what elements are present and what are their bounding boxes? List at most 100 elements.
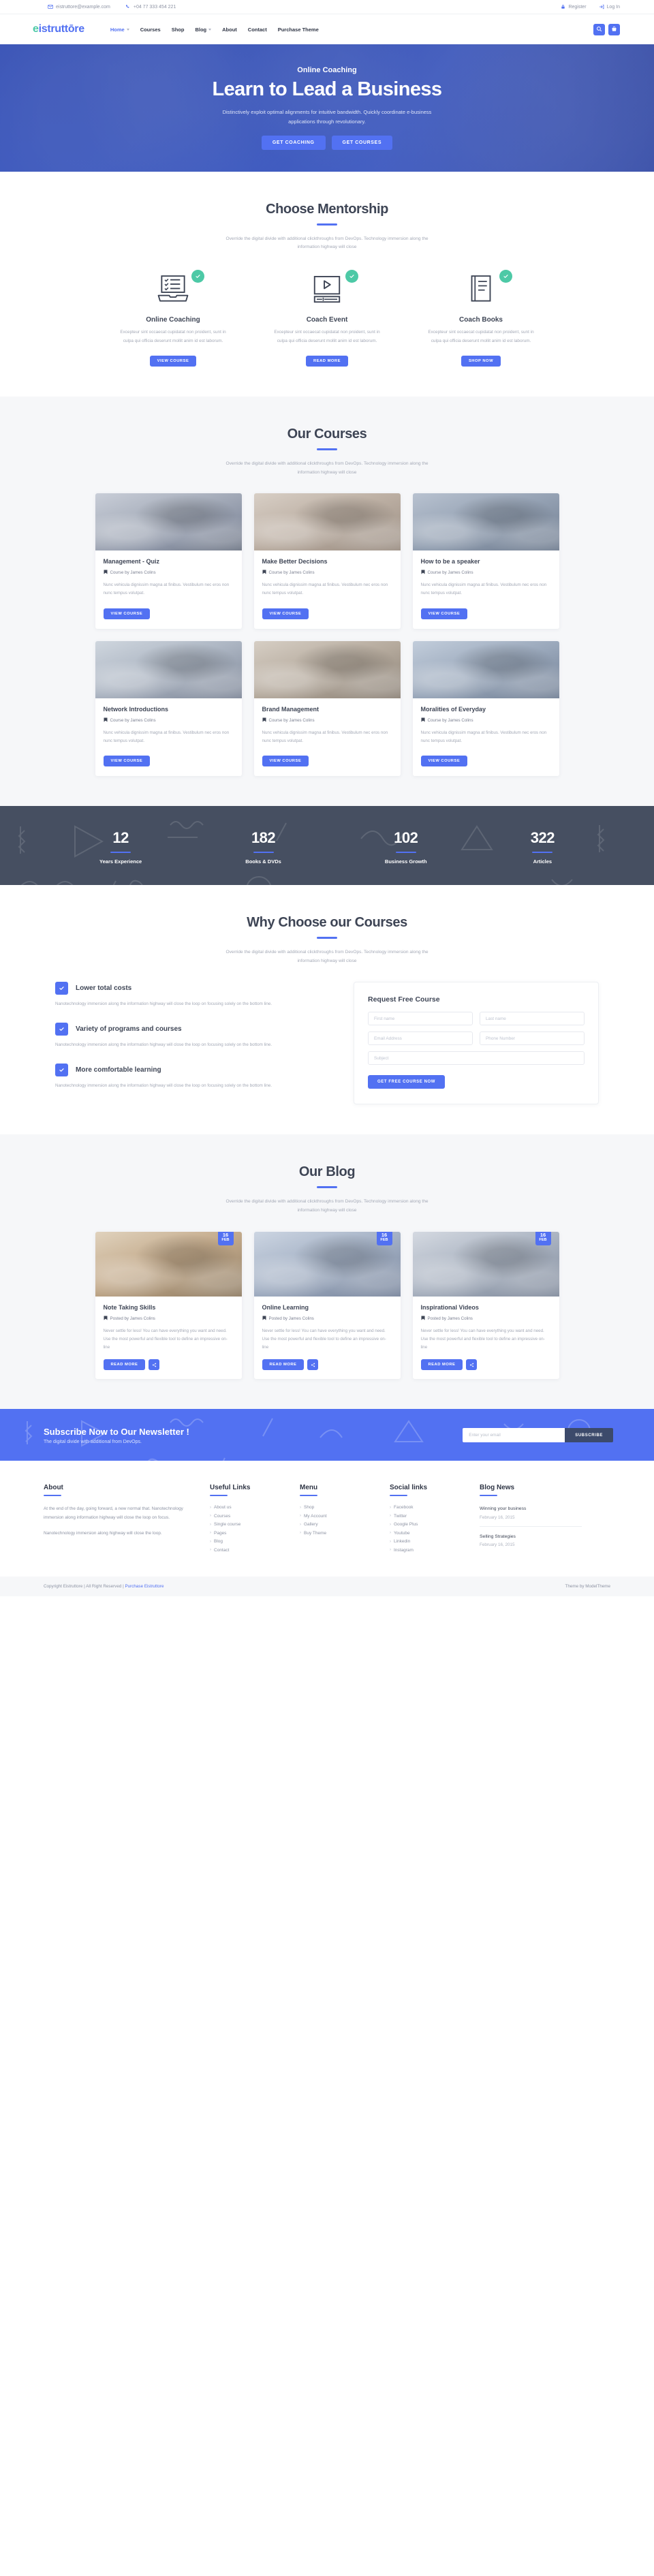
login-link[interactable]: Log In bbox=[599, 4, 620, 10]
nav-item-shop[interactable]: Shop bbox=[172, 27, 185, 33]
footer-heading: Menu bbox=[300, 1483, 318, 1491]
subscribe-button[interactable]: SUBSCRIBE bbox=[565, 1428, 613, 1443]
footer-link-linkedin[interactable]: › Linkedin bbox=[390, 1539, 470, 1544]
read-more-button[interactable]: READ MORE bbox=[103, 1359, 146, 1370]
why-subtitle: Override the digital divide with additio… bbox=[225, 949, 429, 963]
topbar-email[interactable]: eistruttore@example.com bbox=[48, 4, 110, 10]
footer-link-facebook[interactable]: › Facebook bbox=[390, 1505, 470, 1510]
course-card[interactable]: Brand Management Course by James Colins … bbox=[253, 640, 401, 776]
blog-card[interactable]: 16 FEB Online Learning Posted by James C… bbox=[253, 1231, 401, 1379]
footer-news-item[interactable]: Winning your business February 16, 2015 bbox=[480, 1505, 582, 1520]
share-button[interactable] bbox=[149, 1359, 160, 1370]
chevron-right-icon: › bbox=[300, 1531, 301, 1536]
footer-news-item[interactable]: Selling Strategies February 16, 2015 bbox=[480, 1533, 582, 1548]
nav-item-contact[interactable]: Contact bbox=[248, 27, 267, 33]
get-free-course-button[interactable]: GET FREE COURSE NOW bbox=[368, 1075, 446, 1089]
chevron-right-icon: › bbox=[210, 1514, 211, 1519]
view-course-button[interactable]: VIEW COURSE bbox=[262, 608, 309, 619]
footer-link-my-account[interactable]: › My Account bbox=[300, 1514, 380, 1519]
read-more-button[interactable]: READ MORE bbox=[420, 1359, 463, 1370]
lock-icon bbox=[561, 4, 565, 10]
course-card[interactable]: How to be a speaker Course by James Coli… bbox=[412, 493, 559, 629]
footer-link-youtube[interactable]: › Youtube bbox=[390, 1531, 470, 1536]
search-button[interactable] bbox=[593, 23, 605, 35]
why-item-title: Variety of programs and courses bbox=[76, 1025, 182, 1033]
blog-card[interactable]: 16 FEB Note Taking Skills Posted by Jame… bbox=[95, 1231, 242, 1379]
mentorship-card-desc: Excepteur sint occaecat cupidatat non pr… bbox=[274, 330, 380, 343]
footer-link-courses[interactable]: › Courses bbox=[210, 1514, 290, 1519]
course-card[interactable]: Network Introductions Course by James Co… bbox=[95, 640, 242, 776]
get-courses-button[interactable]: GET COURSES bbox=[331, 135, 393, 150]
footer-link-about-us[interactable]: › About us bbox=[210, 1505, 290, 1510]
nav-item-courses[interactable]: Courses bbox=[140, 27, 161, 33]
first-name-input[interactable] bbox=[368, 1012, 473, 1026]
nav-item-purchase-theme[interactable]: Purchase Theme bbox=[278, 27, 319, 33]
nav-item-home[interactable]: Home bbox=[110, 27, 129, 33]
view-course-button[interactable]: VIEW COURSE bbox=[149, 356, 197, 367]
course-card[interactable]: Make Better Decisions Course by James Co… bbox=[253, 493, 401, 629]
newsletter-email-input[interactable] bbox=[463, 1428, 565, 1443]
footer-link-contact[interactable]: › Contact bbox=[210, 1548, 290, 1553]
footer-menu-column: Menu › Shop › My Account › Gallery › Buy The… bbox=[300, 1484, 380, 1557]
share-button[interactable] bbox=[466, 1359, 478, 1370]
nav-item-about[interactable]: About bbox=[222, 27, 237, 33]
footer-heading: About bbox=[44, 1483, 63, 1491]
footer-link-pages[interactable]: › Pages bbox=[210, 1531, 290, 1536]
blog-card[interactable]: 16 FEB Inspirational Videos Posted by Ja… bbox=[412, 1231, 559, 1379]
subject-input[interactable] bbox=[368, 1051, 585, 1066]
site-logo[interactable]: eistruttōre bbox=[33, 23, 84, 35]
date-badge: 16 FEB bbox=[535, 1231, 551, 1246]
why-title: Why Choose our Courses bbox=[247, 915, 407, 931]
view-course-button[interactable]: VIEW COURSE bbox=[420, 755, 468, 766]
view-course-button[interactable]: VIEW COURSE bbox=[103, 608, 151, 619]
bookmark-icon bbox=[262, 570, 266, 576]
hero-kicker: Online Coaching bbox=[297, 66, 357, 75]
newsletter-section: Subscribe Now to Our Newsletter ! The di… bbox=[0, 1408, 654, 1461]
share-button[interactable] bbox=[307, 1359, 319, 1370]
footer-link-twitter[interactable]: › Twitter bbox=[390, 1514, 470, 1519]
footer-link-instagram[interactable]: › Instagram bbox=[390, 1548, 470, 1553]
share-icon bbox=[152, 1359, 157, 1369]
last-name-input[interactable] bbox=[480, 1012, 585, 1026]
footer-link-blog[interactable]: › Blog bbox=[210, 1539, 290, 1544]
view-course-button[interactable]: VIEW COURSE bbox=[420, 608, 468, 619]
footer-link-single-course[interactable]: › Single course bbox=[210, 1522, 290, 1527]
topbar-phone[interactable]: +04 77 333 454 221 bbox=[125, 4, 176, 10]
chevron-right-icon: › bbox=[390, 1514, 391, 1519]
blog-post-author: Posted by James Colins bbox=[268, 1316, 314, 1321]
get-coaching-button[interactable]: GET COACHING bbox=[261, 135, 326, 150]
nav-item-blog[interactable]: Blog bbox=[195, 27, 212, 33]
title-underline bbox=[317, 937, 337, 939]
view-course-button[interactable]: VIEW COURSE bbox=[103, 755, 151, 766]
bookmark-icon bbox=[262, 1316, 266, 1322]
check-icon bbox=[55, 1023, 68, 1036]
footer-link-google-plus[interactable]: › Google Plus bbox=[390, 1522, 470, 1527]
purchase-link[interactable]: Purchase Eistruttore bbox=[125, 1584, 164, 1589]
course-desc: Nunc vehicula dignissim magna at finibus… bbox=[103, 583, 230, 596]
footer-link-shop[interactable]: › Shop bbox=[300, 1505, 380, 1510]
shop-now-button[interactable]: SHOP NOW bbox=[461, 356, 501, 367]
date-day: 16 bbox=[381, 1231, 388, 1238]
cart-button[interactable] bbox=[608, 23, 620, 35]
course-card[interactable]: Management - Quiz Course by James Colins… bbox=[95, 493, 242, 629]
bookmark-icon bbox=[104, 717, 108, 724]
course-card[interactable]: Moralities of Everyday Course by James C… bbox=[412, 640, 559, 776]
course-thumbnail bbox=[412, 493, 559, 551]
footer-heading: Useful Links bbox=[210, 1483, 251, 1491]
read-more-button[interactable]: READ MORE bbox=[262, 1359, 305, 1370]
phone-input[interactable] bbox=[480, 1031, 585, 1046]
view-course-button[interactable]: VIEW COURSE bbox=[262, 755, 309, 766]
footer-link-label: Google Plus bbox=[394, 1522, 418, 1527]
login-arrow-icon bbox=[599, 4, 604, 10]
title-underline bbox=[317, 1186, 337, 1188]
footer-link-gallery[interactable]: › Gallery bbox=[300, 1522, 380, 1527]
register-link[interactable]: Register bbox=[561, 4, 587, 10]
topbar-email-text: eistruttore@example.com bbox=[56, 4, 110, 10]
email-input[interactable] bbox=[368, 1031, 473, 1046]
read-more-button[interactable]: READ MORE bbox=[306, 356, 348, 367]
chevron-down-icon bbox=[126, 28, 129, 31]
share-icon bbox=[469, 1359, 474, 1369]
why-item-title: Lower total costs bbox=[76, 984, 132, 993]
footer-link-buy-theme[interactable]: › Buy Theme bbox=[300, 1531, 380, 1536]
copyright-bar: Copyright Eistruttore | All Right Reserv… bbox=[0, 1577, 654, 1597]
